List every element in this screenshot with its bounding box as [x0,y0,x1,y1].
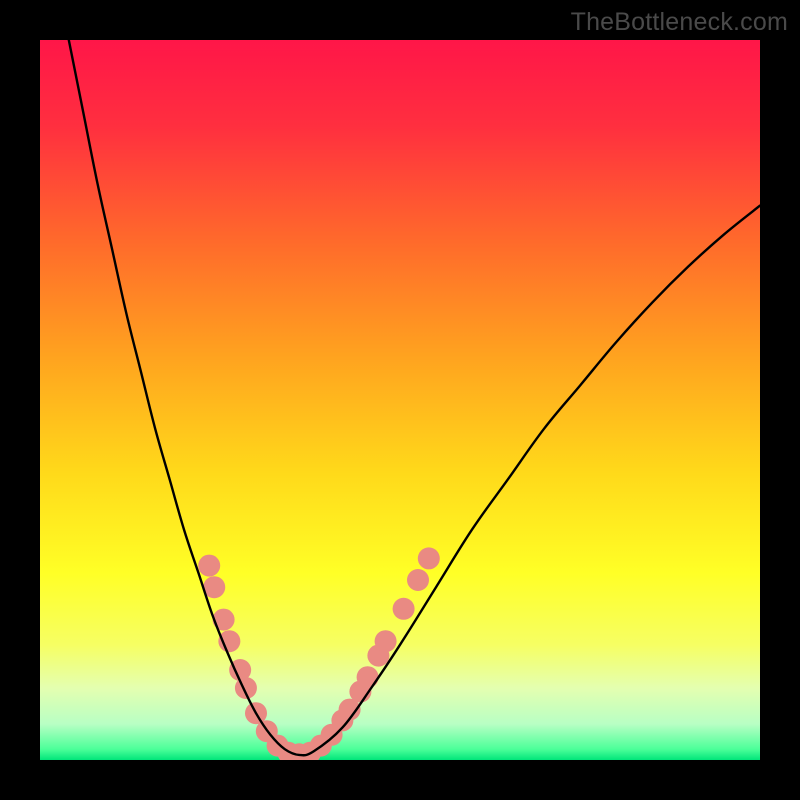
data-marker [375,630,397,652]
data-markers [198,547,440,760]
bottleneck-curve [69,40,760,755]
data-marker [198,555,220,577]
data-marker [418,547,440,569]
data-marker [393,598,415,620]
data-marker [407,569,429,591]
watermark-text: TheBottleneck.com [571,8,788,37]
plot-area [40,40,760,760]
chart-frame: TheBottleneck.com [0,0,800,800]
chart-svg [40,40,760,760]
data-marker [357,666,379,688]
